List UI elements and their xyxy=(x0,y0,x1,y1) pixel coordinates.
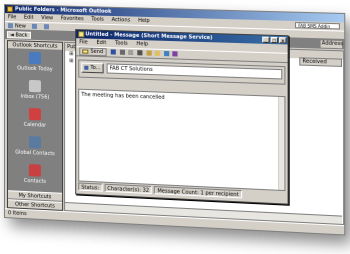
outlook-app-icon xyxy=(6,6,13,13)
status-label: Status: xyxy=(78,182,103,192)
back-button[interactable]: ◄ Back xyxy=(6,31,31,39)
shortcut-contacts[interactable]: Contacts xyxy=(8,161,62,192)
address-book-icon[interactable] xyxy=(163,50,169,57)
shortcut-label: Outlook Today xyxy=(17,65,53,73)
sms-message-window: Untitled - Message (Short Message Servic… xyxy=(75,29,289,205)
print-button[interactable] xyxy=(31,23,38,31)
sms-menu-file[interactable]: File xyxy=(79,39,87,45)
new-item-icon xyxy=(7,23,13,29)
shortcut-inbox[interactable]: Inbox (756) xyxy=(8,77,62,107)
received-column-header[interactable]: Received xyxy=(299,57,343,67)
shortcuts-header[interactable]: Outlook Shortcuts xyxy=(7,41,63,51)
calendar-icon xyxy=(28,107,41,121)
minimize-button[interactable]: _ xyxy=(262,36,270,43)
shortcut-outlook-today[interactable]: Outlook Today xyxy=(8,49,62,79)
outlook-shortcuts-bar: Outlook Shortcuts Outlook Today Inbox (7… xyxy=(6,40,64,211)
menu-help[interactable]: Help xyxy=(138,18,150,24)
menu-view[interactable]: View xyxy=(41,15,53,21)
paste-icon[interactable] xyxy=(154,50,161,56)
new-button-label: New xyxy=(14,23,26,30)
send-label: Send xyxy=(90,48,104,56)
close-button[interactable]: × xyxy=(279,37,287,44)
preview-icon[interactable] xyxy=(128,49,134,56)
sms-menu-tools[interactable]: Tools xyxy=(115,40,128,46)
character-count: Character(s): 32 xyxy=(104,183,153,195)
message-body-textarea[interactable]: The meeting has been cancelled xyxy=(78,88,286,192)
cut-icon[interactable] xyxy=(137,50,143,56)
save-icon[interactable] xyxy=(110,49,117,55)
to-button-label: To... xyxy=(90,64,101,72)
send-envelope-icon xyxy=(82,48,89,54)
message-window-icon xyxy=(78,31,85,38)
print-icon xyxy=(31,23,37,29)
body-vertical-scrollbar[interactable] xyxy=(278,96,285,191)
sms-menu-help[interactable]: Help xyxy=(136,41,148,47)
contacts-icon xyxy=(28,164,41,177)
to-button[interactable]: To... xyxy=(81,62,104,74)
menu-tools[interactable]: Tools xyxy=(91,16,104,22)
shortcut-label: Global Contacts xyxy=(15,149,55,158)
send-button[interactable]: Send xyxy=(79,47,107,57)
menu-file[interactable]: File xyxy=(8,14,16,20)
back-label: Back xyxy=(15,32,28,39)
sms-menu-edit[interactable]: Edit xyxy=(96,40,106,46)
shortcut-label: Calendar xyxy=(23,121,47,129)
menu-favorites[interactable]: Favorites xyxy=(61,16,84,23)
shortcut-global-contacts[interactable]: Global Contacts xyxy=(8,133,62,163)
to-row: To... FAB CT Solutions xyxy=(78,59,286,85)
move-icon xyxy=(44,24,50,30)
options-icon[interactable] xyxy=(172,51,178,57)
copy-icon[interactable] xyxy=(146,50,152,56)
message-body-text: The meeting has been cancelled xyxy=(81,91,165,101)
print-icon[interactable] xyxy=(119,49,125,55)
shortcut-label: Inbox (756) xyxy=(20,93,50,101)
global-contacts-icon xyxy=(28,136,41,149)
shortcut-label: Contacts xyxy=(23,177,47,185)
inbox-icon xyxy=(28,79,41,93)
maximize-button[interactable]: □ xyxy=(270,36,279,44)
address-book-icon xyxy=(84,65,89,70)
move-button[interactable] xyxy=(44,23,51,31)
items-count: 0 Items xyxy=(7,210,27,218)
screenshot-frame: Public Folders - Microsoft Outlook File … xyxy=(4,4,346,236)
to-recipient-field[interactable]: FAB CT Solutions xyxy=(106,63,283,80)
shortcut-calendar[interactable]: Calendar xyxy=(8,105,62,135)
menu-edit[interactable]: Edit xyxy=(24,15,34,21)
sms-addin-box[interactable]: FAB SMS Addin xyxy=(295,22,340,30)
address-label: Address xyxy=(320,40,344,49)
menu-actions[interactable]: Actions xyxy=(112,17,131,24)
outlook-today-icon xyxy=(28,51,41,65)
